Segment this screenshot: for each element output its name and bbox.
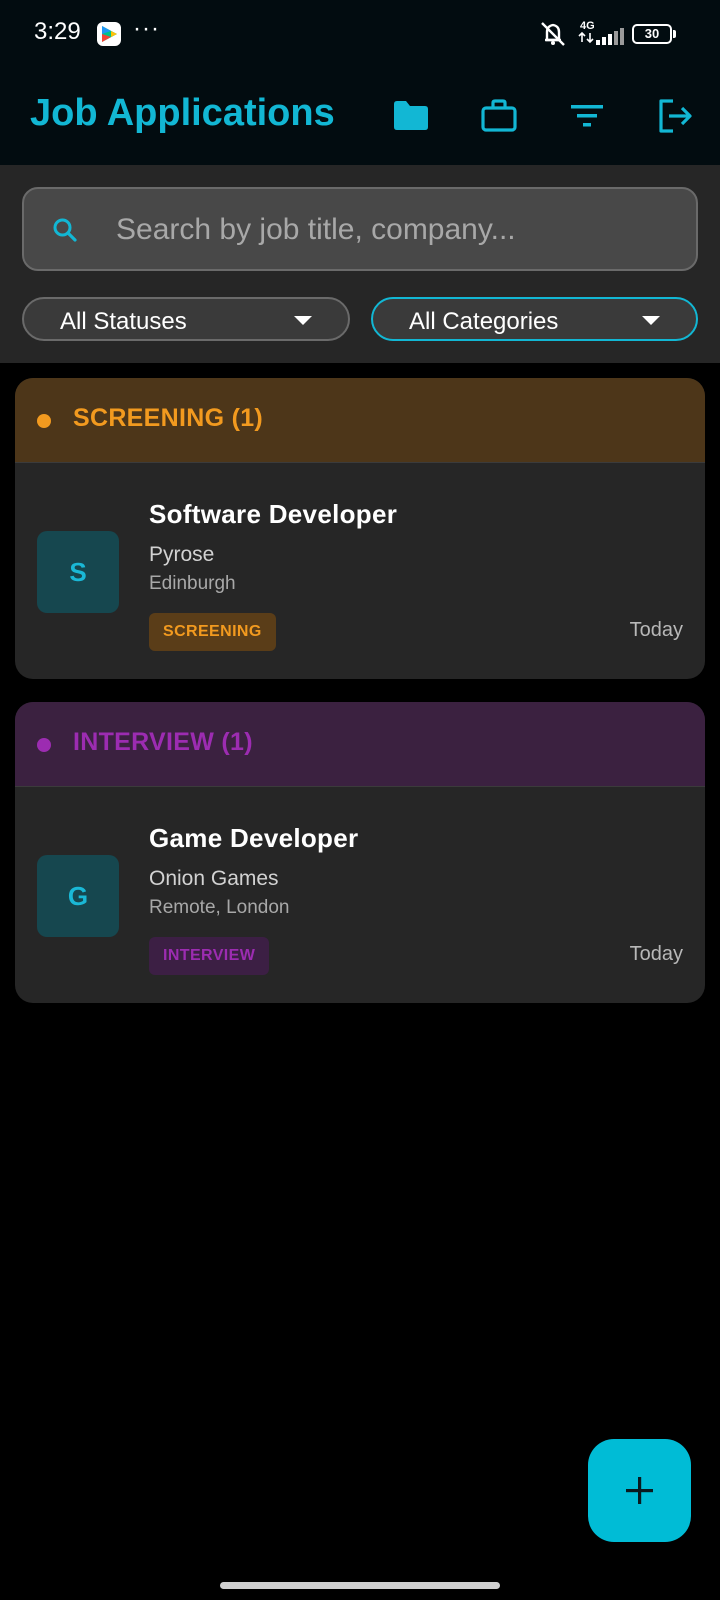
company-avatar: G bbox=[37, 855, 119, 937]
battery-icon: 30 bbox=[632, 24, 672, 44]
folder-icon[interactable] bbox=[391, 96, 431, 136]
filter-icon[interactable] bbox=[567, 96, 607, 136]
status-group-screening: SCREENING (1) S Software Developer Pyros… bbox=[15, 378, 705, 679]
job-location: Remote, London bbox=[149, 897, 290, 918]
status-dot bbox=[37, 738, 51, 752]
group-header[interactable]: INTERVIEW (1) bbox=[15, 702, 705, 786]
signal-icon bbox=[578, 28, 624, 45]
job-card[interactable]: S Software Developer Pyrose Edinburgh SC… bbox=[15, 463, 705, 678]
status-bar: 3:29 ··· 4G 30 bbox=[0, 0, 720, 70]
app-bar: Job Applications bbox=[0, 70, 720, 165]
more-notifications-icon: ··· bbox=[133, 15, 160, 42]
group-title: INTERVIEW (1) bbox=[73, 728, 253, 756]
job-location: Edinburgh bbox=[149, 573, 236, 594]
application-date: Today bbox=[629, 619, 683, 641]
search-icon bbox=[53, 218, 77, 242]
filter-panel: All Statuses All Categories bbox=[0, 165, 720, 363]
status-filter-value: All Statuses bbox=[60, 308, 187, 335]
briefcase-icon[interactable] bbox=[479, 96, 519, 136]
chevron-down-icon bbox=[294, 316, 312, 325]
job-card[interactable]: G Game Developer Onion Games Remote, Lon… bbox=[15, 787, 705, 1002]
company-name: Onion Games bbox=[149, 867, 279, 890]
group-header[interactable]: SCREENING (1) bbox=[15, 378, 705, 462]
search-input[interactable] bbox=[114, 205, 678, 255]
status-dot bbox=[37, 414, 51, 428]
job-title: Game Developer bbox=[149, 823, 359, 853]
battery-level: 30 bbox=[644, 26, 660, 41]
group-title: SCREENING (1) bbox=[73, 404, 264, 432]
chevron-down-icon bbox=[642, 316, 660, 325]
status-group-interview: INTERVIEW (1) G Game Developer Onion Gam… bbox=[15, 702, 705, 1003]
search-box[interactable] bbox=[22, 187, 698, 271]
category-filter-value: All Categories bbox=[409, 308, 559, 335]
job-title: Software Developer bbox=[149, 499, 398, 529]
status-filter-dropdown[interactable]: All Statuses bbox=[22, 297, 350, 341]
play-store-icon bbox=[97, 22, 121, 46]
company-avatar: S bbox=[37, 531, 119, 613]
page-title: Job Applications bbox=[30, 92, 335, 134]
logout-icon[interactable] bbox=[655, 96, 695, 136]
gesture-bar[interactable] bbox=[220, 1582, 500, 1589]
status-time: 3:29 bbox=[34, 18, 81, 45]
company-name: Pyrose bbox=[149, 543, 215, 566]
mute-icon bbox=[541, 22, 565, 46]
battery-nub bbox=[673, 30, 676, 38]
status-badge: SCREENING bbox=[149, 613, 276, 651]
plus-icon bbox=[626, 1477, 653, 1504]
category-filter-dropdown[interactable]: All Categories bbox=[371, 297, 698, 341]
status-badge: INTERVIEW bbox=[149, 937, 270, 975]
add-application-button[interactable] bbox=[588, 1439, 691, 1542]
application-date: Today bbox=[629, 943, 683, 965]
